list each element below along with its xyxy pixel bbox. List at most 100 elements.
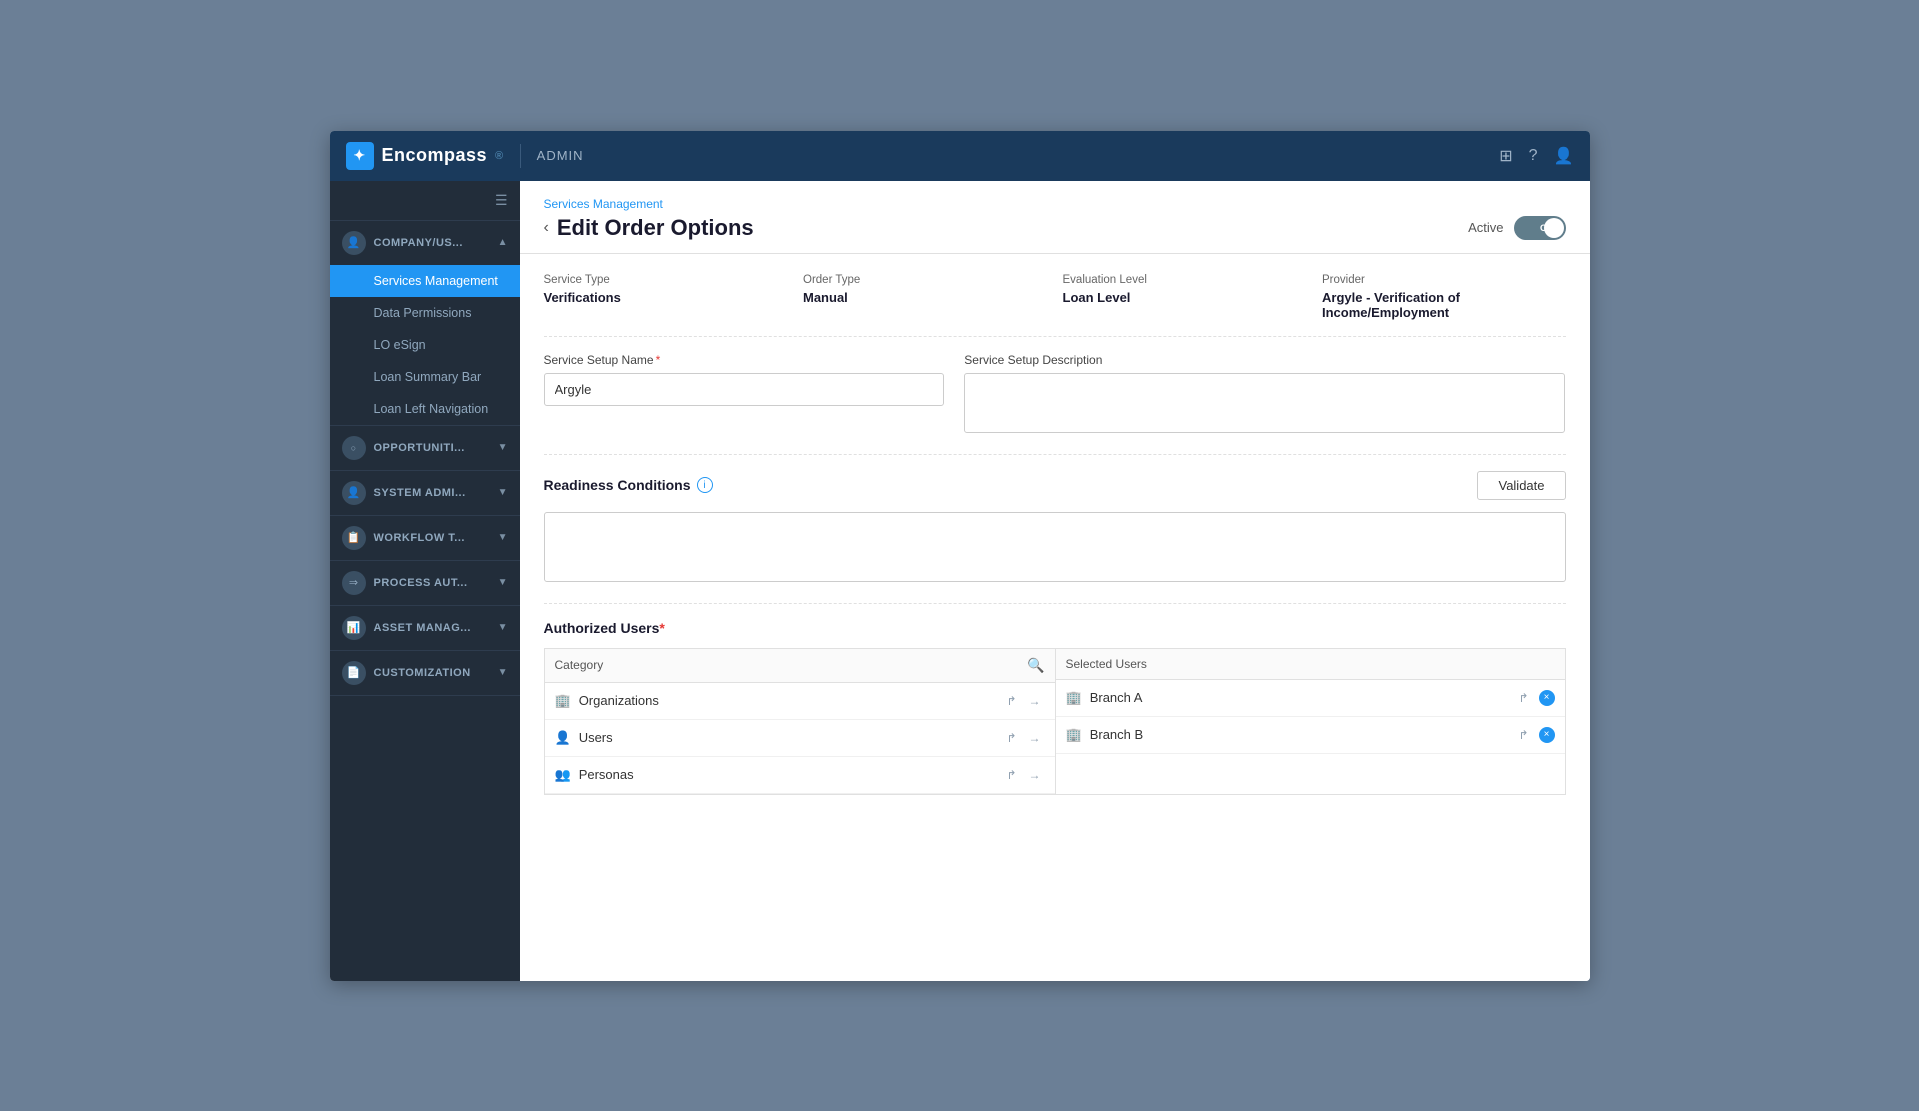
company-section-label: COMPANY/US...	[374, 237, 498, 249]
sidebar-item-data-permissions[interactable]: Data Permissions	[330, 297, 520, 329]
process-aut-section-icon: ⇒	[342, 571, 366, 595]
active-label: Active	[1468, 220, 1503, 235]
sidebar-section-asset-manag: 📊 ASSET MANAG... ▼	[330, 606, 520, 651]
company-section-arrow: ▲	[498, 237, 508, 248]
sidebar-section-opportunities: ○ OPPORTUNITI... ▼	[330, 426, 520, 471]
branch-b-label: Branch B	[1090, 727, 1507, 742]
sidebar-section-header-opportunities[interactable]: ○ OPPORTUNITI... ▼	[330, 426, 520, 470]
service-setup-desc-input[interactable]	[964, 373, 1565, 433]
sidebar-section-header-asset-manag[interactable]: 📊 ASSET MANAG... ▼	[330, 606, 520, 650]
page-title: Edit Order Options	[557, 215, 754, 241]
back-arrow-icon[interactable]: ‹	[544, 219, 549, 237]
sidebar-section-workflow: 📋 WORKFLOW T... ▼	[330, 516, 520, 561]
sidebar-section-header-customization[interactable]: 📄 CUSTOMIZATION ▼	[330, 651, 520, 695]
authorized-title: Authorized Users*	[544, 620, 1566, 636]
branch-a-move-icon[interactable]: ↱	[1514, 689, 1532, 707]
readiness-header: Readiness Conditions i Validate	[544, 471, 1566, 500]
system-admin-section-label: SYSTEM ADMI...	[374, 487, 498, 499]
validate-button[interactable]: Validate	[1477, 471, 1565, 500]
provider-field: Provider Argyle - Verification of Income…	[1322, 274, 1566, 320]
sidebar-item-services[interactable]: Services Management	[330, 265, 520, 297]
readiness-title: Readiness Conditions	[544, 477, 691, 493]
workflow-section-icon: 📋	[342, 526, 366, 550]
sidebar-section-customization: 📄 CUSTOMIZATION ▼	[330, 651, 520, 696]
app-container: ✦ Encompass ® ADMIN ⊞ ? 👤 ☰ 👤 COMPANY/US…	[330, 131, 1590, 981]
readiness-info-icon[interactable]: i	[697, 477, 713, 493]
authorized-section: Authorized Users* Category 🔍 🏢	[544, 620, 1566, 795]
page-title-left: ‹ Edit Order Options	[544, 215, 754, 241]
system-admin-section-icon: 👤	[342, 481, 366, 505]
customization-section-label: CUSTOMIZATION	[374, 667, 498, 679]
category-col-header: Category 🔍	[545, 649, 1055, 683]
active-toggle[interactable]: OFF	[1514, 216, 1566, 240]
main-layout: ☰ 👤 COMPANY/US... ▲ Services Management …	[330, 181, 1590, 981]
personas-label: Personas	[579, 767, 995, 782]
sidebar-toggle-icon[interactable]: ☰	[495, 192, 508, 209]
sidebar-item-loan-nav[interactable]: Loan Left Navigation	[330, 393, 520, 425]
organizations-move-icon[interactable]: ↱	[1002, 692, 1020, 710]
category-item-organizations[interactable]: 🏢 Organizations ↱ →	[545, 683, 1055, 720]
top-bar-divider	[520, 144, 521, 168]
service-setup-name-input[interactable]	[544, 373, 945, 406]
top-bar: ✦ Encompass ® ADMIN ⊞ ? 👤	[330, 131, 1590, 181]
sidebar-section-header-company[interactable]: 👤 COMPANY/US... ▲	[330, 221, 520, 265]
branch-b-move-icon[interactable]: ↱	[1514, 726, 1532, 744]
sidebar-header: ☰	[330, 181, 520, 221]
category-search-icon[interactable]: 🔍	[1027, 657, 1044, 674]
evaluation-level-label: Evaluation Level	[1063, 274, 1307, 286]
personas-move-icon[interactable]: ↱	[1002, 766, 1020, 784]
order-type-value: Manual	[803, 290, 1047, 305]
personas-icon: 👥	[555, 767, 571, 783]
sidebar-section-company: 👤 COMPANY/US... ▲ Services Management Da…	[330, 221, 520, 426]
sidebar-item-lo-esign[interactable]: LO eSign	[330, 329, 520, 361]
branch-a-icon: 🏢	[1066, 690, 1082, 706]
company-section-icon: 👤	[342, 231, 366, 255]
service-setup-desc-field: Service Setup Description	[964, 353, 1565, 438]
customization-section-icon: 📄	[342, 661, 366, 685]
sidebar-item-loan-summary[interactable]: Loan Summary Bar	[330, 361, 520, 393]
page-title-row: ‹ Edit Order Options Active OFF	[544, 215, 1566, 253]
evaluation-level-field: Evaluation Level Loan Level	[1063, 274, 1307, 320]
asset-manag-section-label: ASSET MANAG...	[374, 622, 498, 634]
sidebar-section-system-admin: 👤 SYSTEM ADMI... ▼	[330, 471, 520, 516]
order-type-label: Order Type	[803, 274, 1047, 286]
sidebar-section-process-aut: ⇒ PROCESS AUT... ▼	[330, 561, 520, 606]
breadcrumb[interactable]: Services Management	[544, 197, 1566, 211]
category-item-users[interactable]: 👤 Users ↱ →	[545, 720, 1055, 757]
grid-icon[interactable]: ⊞	[1499, 146, 1512, 166]
users-move-icon[interactable]: ↱	[1002, 729, 1020, 747]
service-type-label: Service Type	[544, 274, 788, 286]
branch-b-remove-button[interactable]: ×	[1539, 727, 1555, 743]
users-label: Users	[579, 730, 995, 745]
readiness-textarea[interactable]	[544, 512, 1566, 582]
provider-label: Provider	[1322, 274, 1566, 286]
branch-a-remove-button[interactable]: ×	[1539, 690, 1555, 706]
branch-b-actions: ↱ ×	[1514, 726, 1554, 744]
service-setup-name-field: Service Setup Name*	[544, 353, 945, 438]
admin-label: ADMIN	[537, 148, 584, 163]
users-actions: ↱ →	[1002, 729, 1044, 747]
users-arrow-icon[interactable]: →	[1025, 729, 1045, 747]
category-column: Category 🔍 🏢 Organizations ↱ →	[544, 648, 1055, 795]
sidebar-section-header-workflow[interactable]: 📋 WORKFLOW T... ▼	[330, 516, 520, 560]
order-type-field: Order Type Manual	[803, 274, 1047, 320]
organizations-arrow-icon[interactable]: →	[1025, 692, 1045, 710]
authorized-grid: Category 🔍 🏢 Organizations ↱ →	[544, 648, 1566, 795]
services-label: Services Management	[374, 274, 498, 288]
service-type-value: Verifications	[544, 290, 788, 305]
data-permissions-label: Data Permissions	[374, 306, 472, 320]
sidebar-section-header-system-admin[interactable]: 👤 SYSTEM ADMI... ▼	[330, 471, 520, 515]
sidebar-section-header-process-aut[interactable]: ⇒ PROCESS AUT... ▼	[330, 561, 520, 605]
category-item-personas[interactable]: 👥 Personas ↱ →	[545, 757, 1055, 794]
organizations-icon: 🏢	[555, 693, 571, 709]
top-bar-actions: ⊞ ? 👤	[1499, 146, 1573, 166]
selected-col-header: Selected Users	[1056, 649, 1565, 680]
help-icon[interactable]: ?	[1529, 147, 1538, 165]
branch-a-label: Branch A	[1090, 690, 1507, 705]
personas-arrow-icon[interactable]: →	[1025, 766, 1045, 784]
selected-users-column: Selected Users 🏢 Branch A ↱ ×	[1055, 648, 1566, 795]
logo-text: Encompass	[382, 145, 488, 166]
service-setup-desc-label: Service Setup Description	[964, 353, 1565, 367]
category-col-title: Category	[555, 658, 604, 672]
user-icon[interactable]: 👤	[1554, 146, 1574, 166]
